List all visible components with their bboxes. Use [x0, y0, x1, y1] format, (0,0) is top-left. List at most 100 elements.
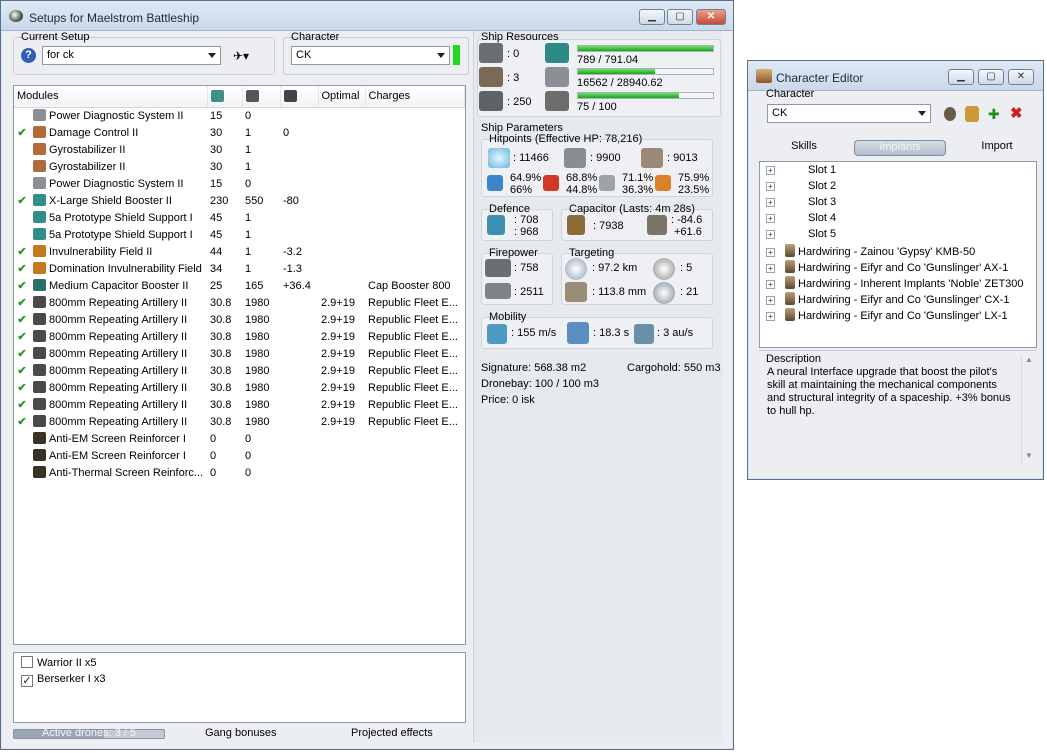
tab-import[interactable]: Import	[972, 140, 1022, 156]
drones-list[interactable]: Warrior II x5 ✓ Berserker I x3	[13, 652, 466, 723]
delete-character-icon[interactable]: ✖	[1010, 106, 1024, 122]
expand-icon[interactable]: +	[766, 280, 775, 289]
implant-slot-item[interactable]: + Slot 1	[766, 164, 836, 180]
inactive-marker[interactable]	[14, 226, 30, 243]
module-row[interactable]: ✔ 800mm Repeating Artillery II 30.8 1980 2.9…	[14, 328, 465, 345]
active-check-icon[interactable]: ✔	[14, 124, 30, 141]
copy-character-icon[interactable]	[965, 106, 979, 122]
module-row[interactable]: ✔ 800mm Repeating Artillery II 30.8 1980 2.9…	[14, 294, 465, 311]
module-row[interactable]: ✔ 800mm Repeating Artillery II 30.8 1980 2.9…	[14, 362, 465, 379]
active-check-icon[interactable]: ✔	[14, 277, 30, 294]
active-check-icon[interactable]: ✔	[14, 362, 30, 379]
active-check-icon[interactable]: ✔	[14, 379, 30, 396]
scroll-up-icon[interactable]: ▲	[1025, 355, 1033, 364]
drone-item[interactable]: ✓ Berserker I x3	[21, 673, 465, 690]
editor-minimize-button[interactable]: ▁	[948, 69, 974, 85]
implant-slot-item[interactable]: + Slot 5	[766, 228, 836, 244]
module-row[interactable]: ✔ 800mm Repeating Artillery II 30.8 1980 2.9…	[14, 345, 465, 362]
implant-slot-item[interactable]: + Slot 4	[766, 212, 836, 228]
active-check-icon[interactable]: ✔	[14, 413, 30, 430]
active-check-icon[interactable]: ✔	[14, 311, 30, 328]
expand-icon[interactable]: +	[766, 248, 775, 257]
inactive-marker[interactable]	[14, 209, 30, 226]
fitting-titlebar[interactable]: Setups for Maelstrom Battleship ▁ ▢ ✕	[1, 1, 733, 31]
new-character-icon[interactable]: ✚	[988, 106, 1002, 122]
module-row[interactable]: Power Diagnostic System II 15 0	[14, 175, 465, 192]
col-cpu[interactable]	[207, 86, 243, 108]
inactive-marker[interactable]	[14, 158, 30, 175]
drone-checkbox[interactable]: ✓	[21, 675, 33, 687]
col-capacitor[interactable]	[280, 86, 319, 108]
expand-icon[interactable]: +	[766, 264, 775, 273]
description-scrollbar[interactable]: ▲ ▼	[1021, 355, 1035, 465]
expand-icon[interactable]: +	[766, 230, 775, 239]
expand-icon[interactable]: +	[766, 198, 775, 207]
inactive-marker[interactable]	[14, 430, 30, 447]
active-check-icon[interactable]: ✔	[14, 396, 30, 413]
col-powergrid[interactable]	[242, 86, 281, 108]
current-setup-select[interactable]: for ck	[42, 46, 221, 65]
projected-effects-tab[interactable]: Projected effects	[351, 727, 433, 739]
active-check-icon[interactable]: ✔	[14, 192, 30, 209]
implant-slot-item[interactable]: + Slot 2	[766, 180, 836, 196]
expand-icon[interactable]: +	[766, 296, 775, 305]
implant-slot-item[interactable]: + Hardwiring - Eifyr and Co 'Gunslinger' …	[766, 308, 1008, 324]
inactive-marker[interactable]	[14, 464, 30, 481]
tab-skills[interactable]: Skills	[774, 140, 834, 156]
module-row[interactable]: 5a Prototype Shield Support I 45 1	[14, 209, 465, 226]
col-charges[interactable]: Charges	[365, 86, 465, 108]
module-row[interactable]: ✔ Medium Capacitor Booster II 25 165 +36.4 Ca…	[14, 277, 465, 294]
help-icon[interactable]: ?	[21, 48, 36, 63]
inactive-marker[interactable]	[14, 107, 30, 124]
tab-implants[interactable]: Implants	[854, 140, 946, 156]
active-check-icon[interactable]: ✔	[14, 294, 30, 311]
active-check-icon[interactable]: ✔	[14, 260, 30, 277]
inactive-marker[interactable]	[14, 447, 30, 464]
setup-menu-button[interactable]: ✈▾	[233, 49, 249, 63]
editor-character-select[interactable]: CK	[767, 104, 931, 123]
inactive-marker[interactable]	[14, 175, 30, 192]
implant-slot-item[interactable]: + Hardwiring - Eifyr and Co 'Gunslinger' …	[766, 260, 1008, 276]
module-row[interactable]: ✔ 800mm Repeating Artillery II 30.8 1980 2.9…	[14, 379, 465, 396]
editor-close-button[interactable]: ✕	[1008, 69, 1034, 85]
drone-checkbox[interactable]	[21, 656, 33, 668]
expand-icon[interactable]: +	[766, 182, 775, 191]
expand-icon[interactable]: +	[766, 312, 775, 321]
expand-icon[interactable]: +	[766, 214, 775, 223]
module-row[interactable]: Anti-Thermal Screen Reinforc... 0 0	[14, 464, 465, 481]
character-select[interactable]: CK	[291, 46, 450, 65]
scroll-down-icon[interactable]: ▼	[1025, 451, 1033, 460]
module-row[interactable]: ✔ Damage Control II 30 1 0	[14, 124, 465, 141]
col-optimal[interactable]: Optimal	[318, 86, 366, 108]
module-row[interactable]: Anti-EM Screen Reinforcer I 0 0	[14, 430, 465, 447]
module-row[interactable]: 5a Prototype Shield Support I 45 1	[14, 226, 465, 243]
editor-maximize-button[interactable]: ▢	[978, 69, 1004, 85]
close-button[interactable]: ✕	[696, 9, 726, 25]
rename-character-icon[interactable]	[944, 107, 956, 121]
drone-item[interactable]: Warrior II x5	[21, 656, 465, 673]
editor-titlebar[interactable]: Character Editor ▁ ▢ ✕	[748, 61, 1043, 91]
module-row[interactable]: ✔ 800mm Repeating Artillery II 30.8 1980 2.9…	[14, 396, 465, 413]
module-row[interactable]: ✔ Domination Invulnerability Field 34 1 -1.3	[14, 260, 465, 277]
module-row[interactable]: Anti-EM Screen Reinforcer I 0 0	[14, 447, 465, 464]
implant-slot-item[interactable]: + Hardwiring - Eifyr and Co 'Gunslinger' …	[766, 292, 1009, 308]
implant-slot-item[interactable]: + Hardwiring - Zainou 'Gypsy' KMB-50	[766, 244, 975, 260]
module-row[interactable]: Power Diagnostic System II 15 0	[14, 107, 465, 124]
module-row[interactable]: ✔ 800mm Repeating Artillery II 30.8 1980 2.9…	[14, 413, 465, 430]
active-check-icon[interactable]: ✔	[14, 243, 30, 260]
implant-slot-item[interactable]: + Slot 3	[766, 196, 836, 212]
expand-icon[interactable]: +	[766, 166, 775, 175]
active-check-icon[interactable]: ✔	[14, 345, 30, 362]
inactive-marker[interactable]	[14, 141, 30, 158]
col-modules[interactable]: Modules	[14, 86, 208, 108]
module-row[interactable]: ✔ 800mm Repeating Artillery II 30.8 1980 2.9…	[14, 311, 465, 328]
module-row[interactable]: Gyrostabilizer II 30 1	[14, 141, 465, 158]
maximize-button[interactable]: ▢	[667, 9, 693, 25]
module-row[interactable]: ✔ Invulnerability Field II 44 1 -3.2	[14, 243, 465, 260]
implant-slot-item[interactable]: + Hardwiring - Inherent Implants 'Noble' …	[766, 276, 1024, 292]
module-row[interactable]: Gyrostabilizer II 30 1	[14, 158, 465, 175]
minimize-button[interactable]: ▁	[639, 9, 665, 25]
module-row[interactable]: ✔ X-Large Shield Booster II 230 550 -80	[14, 192, 465, 209]
modules-list[interactable]: Modules Optimal Charges Power Diagnostic…	[13, 85, 466, 645]
active-check-icon[interactable]: ✔	[14, 328, 30, 345]
